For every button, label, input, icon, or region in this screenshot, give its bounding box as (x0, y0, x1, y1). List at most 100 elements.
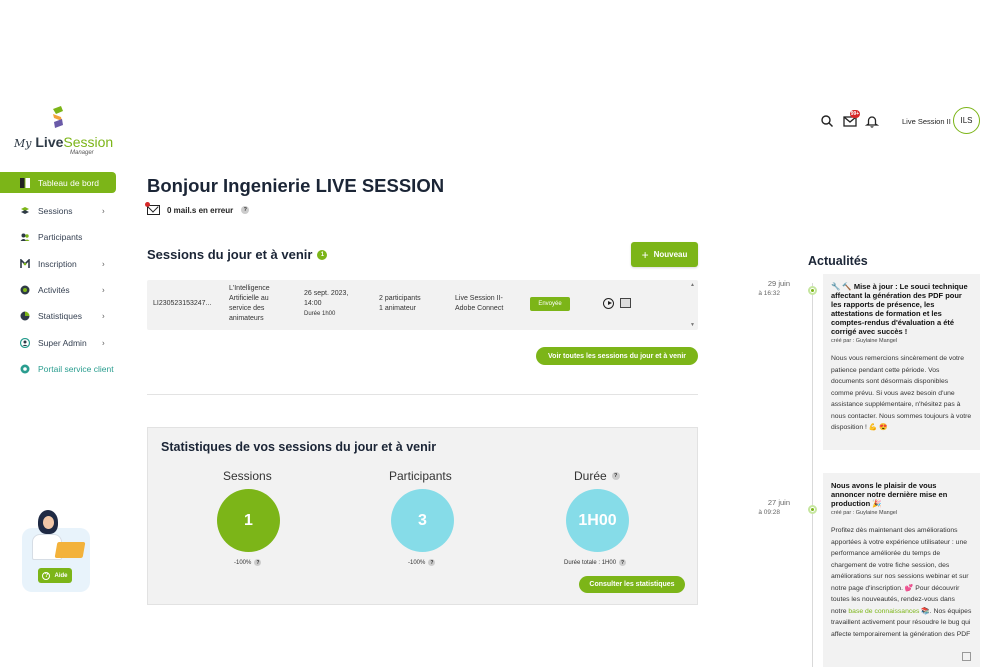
news-headline: Nous avons le plaisir de vous annoncer n… (831, 481, 948, 508)
sessions-section-title: Sessions du jour et à venir 1 (147, 247, 328, 262)
table-scrollbar[interactable]: ▲ ▼ (688, 280, 698, 330)
sessions-title-label: Sessions du jour et à venir (147, 247, 313, 262)
see-all-sessions-button[interactable]: Voir toutes les sessions du jour et à ve… (536, 347, 698, 365)
news-date: 29 juin (767, 279, 790, 288)
super-admin-icon (19, 337, 31, 348)
help-tooltip-icon[interactable]: ? (241, 206, 250, 214)
knowledge-base-link[interactable]: base de connaissances (848, 608, 919, 615)
logo-mark-icon (53, 106, 63, 128)
mail-error-icon (145, 202, 160, 215)
avatar[interactable]: ILS (953, 107, 980, 134)
mail-error-status: 0 mail.s en erreur ? (145, 202, 250, 215)
sidebar-item-label: Sessions (38, 206, 73, 217)
sessions-table: LI230523153247... L'Intelligence Artific… (147, 280, 698, 330)
news-date: 27 juin (767, 498, 790, 507)
sidebar-item-label: Activités (38, 285, 70, 296)
session-platform: Live Session II- Adobe Connect (455, 295, 504, 312)
mailbox-button[interactable]: 99+ (843, 110, 860, 128)
help-tooltip-icon[interactable]: ? (619, 559, 627, 566)
question-icon: ? (42, 571, 51, 580)
participants-icon (20, 232, 30, 242)
sidebar-item-dashboard[interactable]: Tableau de bord (0, 172, 116, 193)
stat-sessions-sub: -100%? (234, 559, 262, 566)
app-logo[interactable]: My LiveSession Manager (14, 106, 114, 158)
portail-icon (20, 364, 30, 374)
sidebar-item-label: Super Admin (38, 337, 87, 348)
new-session-button[interactable]: + Nouveau (631, 242, 698, 267)
mail-error-label: 0 mail.s en erreur (167, 205, 234, 215)
statistics-card: Statistiques de vos sessions du jour et … (147, 427, 698, 605)
news-author: créé par : Guylaine Mangel (831, 338, 898, 344)
timeline-dot-icon (808, 505, 817, 514)
sidebar: Tableau de bord Sessions › Participants … (0, 172, 118, 382)
help-tooltip-icon[interactable]: ? (428, 559, 436, 566)
sidebar-item-super-admin[interactable]: Super Admin › (0, 329, 118, 355)
user-name[interactable]: Live Session II (902, 117, 951, 126)
sessions-count-badge: 1 (317, 249, 328, 260)
statistiques-icon (20, 311, 30, 321)
help-button-label: Aide (54, 572, 68, 579)
news-item[interactable]: 🔧 🔨 Mise à jour : Le souci technique aff… (823, 274, 980, 450)
inscription-icon (20, 257, 30, 269)
notification-count-badge: 99+ (850, 110, 860, 118)
play-icon[interactable] (603, 298, 614, 309)
news-time: à 16:32 (758, 290, 780, 297)
plus-icon: + (641, 247, 649, 262)
session-title[interactable]: L'Intelligence Artificielle au service d… (229, 284, 270, 324)
stat-participants-circle: 3 (391, 489, 454, 552)
helper-illustration-face (43, 516, 54, 529)
sidebar-item-label: Participants (38, 232, 83, 243)
stat-duration-label: Durée? (574, 469, 620, 483)
send-mail-icon[interactable] (620, 298, 631, 308)
chevron-right-icon: › (102, 338, 105, 348)
scroll-down-icon[interactable]: ▼ (690, 322, 695, 328)
sidebar-item-sessions[interactable]: Sessions › (0, 198, 118, 224)
external-link-icon[interactable] (962, 652, 971, 661)
divider (147, 394, 698, 395)
session-participants: 2 participants 1 animateur (379, 295, 421, 312)
table-row[interactable]: LI230523153247... L'Intelligence Artific… (147, 280, 698, 330)
news-time: à 09:28 (758, 509, 780, 516)
help-tooltip-icon[interactable]: ? (611, 472, 620, 480)
stat-participants-label: Participants (389, 469, 452, 483)
statistics-title: Statistiques de vos sessions du jour et … (161, 440, 437, 454)
help-widget: ? Aide (20, 506, 92, 592)
stat-participants-sub: -100%? (408, 559, 436, 566)
new-session-label: Nouveau (653, 250, 688, 259)
stat-sessions-circle: 1 (217, 489, 280, 552)
news-title: Actualités (808, 254, 868, 268)
news-author: créé par : Guylaine Mangel (831, 510, 898, 516)
sidebar-item-label: Portail service client (38, 363, 114, 374)
sidebar-item-portail-service-client[interactable]: Portail service client (0, 356, 118, 382)
status-badge: Envoyée (530, 297, 570, 311)
chevron-right-icon: › (102, 259, 105, 269)
logo-subtitle: Manager (70, 150, 94, 156)
activites-icon (20, 285, 30, 295)
sidebar-item-activites[interactable]: Activités › (0, 277, 118, 303)
timeline-line (812, 283, 813, 667)
help-button[interactable]: ? Aide (38, 568, 72, 583)
scroll-up-icon[interactable]: ▲ (690, 282, 695, 288)
page-title: Bonjour Ingenierie LIVE SESSION (147, 175, 445, 196)
view-statistics-button[interactable]: Consulter les statistiques (579, 576, 685, 593)
news-body: Nous vous remercions sincèrement de votr… (831, 355, 972, 431)
sidebar-item-label: Tableau de bord (38, 177, 99, 188)
chevron-right-icon: › (102, 206, 105, 216)
search-icon[interactable] (820, 114, 834, 128)
sidebar-item-participants[interactable]: Participants (0, 224, 118, 250)
timeline-dot-icon (808, 286, 817, 295)
sidebar-item-label: Statistiques (38, 311, 82, 322)
session-date: 26 sept. 2023, 14:00 Durée 1h00 (304, 290, 349, 317)
news-item[interactable]: Nous avons le plaisir de vous annoncer n… (823, 473, 980, 667)
session-id: LI230523153247... (153, 300, 212, 307)
news-headline: 🔧 🔨 Mise à jour : Le souci technique aff… (831, 282, 968, 336)
stat-duration-circle: 1H00 (566, 489, 629, 552)
bell-icon[interactable] (865, 114, 879, 128)
stat-duration-sub: Durée totale : 1H00? (564, 559, 627, 566)
dashboard-icon (20, 177, 30, 188)
logo-wordmark: My LiveSession (14, 134, 114, 150)
sidebar-item-inscription[interactable]: Inscription › (0, 251, 118, 277)
sidebar-item-statistiques[interactable]: Statistiques › (0, 303, 118, 329)
help-tooltip-icon[interactable]: ? (254, 559, 262, 566)
chevron-right-icon: › (102, 285, 105, 295)
